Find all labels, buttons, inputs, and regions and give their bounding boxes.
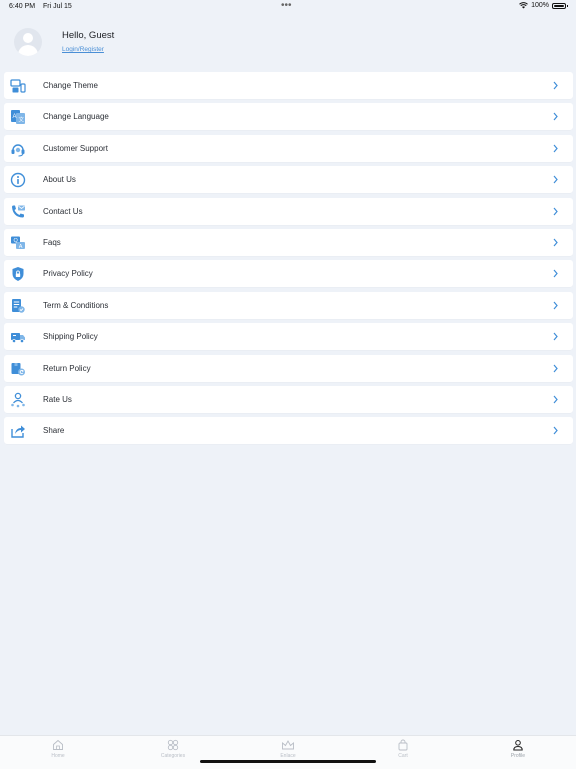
tab-home[interactable]: Home [28,739,88,759]
svg-text:A: A [13,114,17,120]
tab-label: Cart [398,753,408,759]
chevron-right-icon [553,175,558,184]
menu-item-label: Customer Support [43,143,108,153]
menu-item-change-language[interactable]: A 文 Change Language [4,103,573,131]
home-indicator[interactable] [200,760,376,763]
menu-item-privacy-policy[interactable]: Privacy Policy [4,260,573,288]
categories-icon [167,739,179,751]
profile-icon [513,740,523,751]
battery-percent: 100% [531,2,549,9]
wifi-icon [519,2,528,9]
chevron-right-icon [553,207,558,215]
menu-item-label: Return Policy [43,363,91,373]
settings-menu: Change Theme A 文 Change Language Custome… [4,72,573,449]
svg-text:A: A [19,244,23,250]
chevron-right-icon [553,113,558,121]
chevron-right-icon [553,426,558,435]
menu-item-shipping-policy[interactable]: Shipping Policy [4,323,573,351]
status-bar: 6:40 PM Fri Jul 15 ••• 100% [0,0,576,14]
menu-item-label: Shipping Policy [43,332,98,342]
menu-item-label: Privacy Policy [43,269,93,279]
truck-icon [11,333,25,344]
headset-icon [11,144,25,157]
menu-item-label: About Us [43,175,76,185]
shield-lock-icon [12,267,24,282]
status-time: 6:40 PM [9,3,36,10]
status-date: Fri Jul 15 [43,3,72,10]
cart-icon [398,739,408,751]
battery-icon [552,2,568,9]
menu-item-label: Change Language [43,112,109,122]
chevron-right-icon [553,238,558,247]
bottom-tab-bar: Home Categories Enlace Cart Profile [0,735,576,769]
rate-user-icon [11,392,25,408]
chevron-right-icon [553,301,558,310]
chevron-right-icon [553,332,558,341]
document-check-icon [12,298,25,313]
info-icon [10,172,26,188]
share-icon [11,425,25,438]
tab-profile[interactable]: Profile [488,739,548,759]
menu-item-faqs[interactable]: Q A Faqs [4,228,573,256]
chevron-right-icon [553,364,558,372]
menu-item-label: Change Theme [43,81,98,90]
tab-label: Categories [160,753,186,759]
menu-item-label: Rate Us [43,394,72,404]
tab-label: Home [51,753,65,759]
return-box-icon [11,362,25,376]
greeting-text: Hello, Guest [62,30,115,41]
tab-categories[interactable]: Categories [143,739,203,759]
tab-label: Enlace [280,753,296,759]
menu-item-label: Term & Conditions [43,300,109,310]
menu-item-return-policy[interactable]: Return Policy [4,354,573,382]
menu-item-label: Share [43,426,65,436]
menu-item-label: Contact Us [43,206,83,216]
theme-icon [10,79,26,93]
menu-item-contact-us[interactable]: Contact Us [4,197,573,225]
login-register-link[interactable]: Login/Register [62,46,104,53]
menu-item-change-theme[interactable]: Change Theme [4,72,573,99]
menu-item-about-us[interactable]: About Us [4,166,573,194]
menu-item-rate-us[interactable]: Rate Us [4,385,573,413]
crown-icon [282,740,294,750]
tab-label: Profile [510,753,526,759]
chevron-right-icon [553,269,558,278]
chevron-right-icon [553,144,558,153]
svg-text:Q: Q [14,238,19,244]
svg-text:文: 文 [19,116,25,124]
chevron-right-icon [553,81,558,90]
faq-icon: Q A [11,236,25,250]
home-icon [53,739,63,750]
tab-enlace[interactable]: Enlace [258,739,318,759]
multitasking-dots-icon[interactable]: ••• [281,0,292,11]
menu-item-customer-support[interactable]: Customer Support [4,134,573,162]
menu-item-label: Faqs [43,237,61,247]
language-icon: A 文 [11,110,25,125]
tab-cart[interactable]: Cart [373,739,433,759]
menu-item-terms-conditions[interactable]: Term & Conditions [4,291,573,319]
menu-item-share[interactable]: Share [4,417,573,445]
avatar [14,28,42,56]
chevron-right-icon [553,395,558,404]
phone-icon [12,205,25,218]
profile-header: Hello, Guest Login/Register [0,20,576,66]
